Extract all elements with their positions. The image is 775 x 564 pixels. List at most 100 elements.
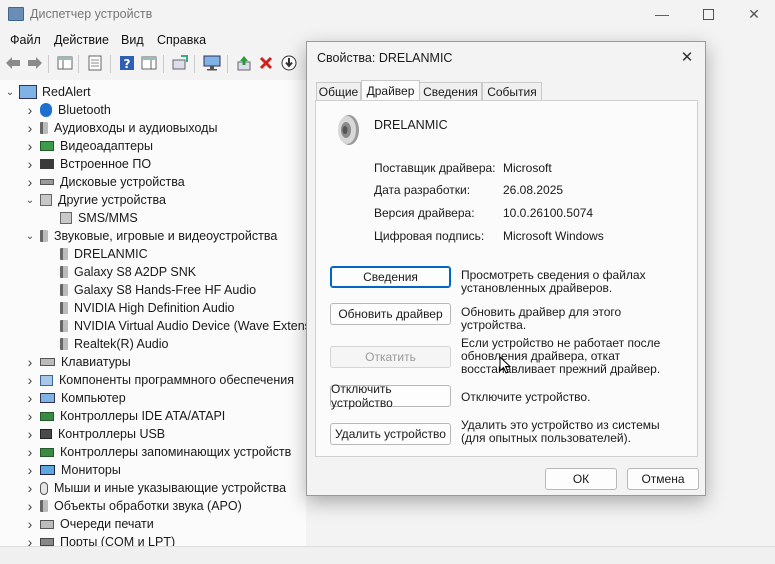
tree-item[interactable]: › Дисковые устройства (24, 173, 185, 191)
chevron-right-icon[interactable]: › (24, 120, 36, 136)
menu-view[interactable]: Вид (121, 33, 144, 47)
menu-file[interactable]: Файл (10, 33, 41, 47)
provider-label: Поставщик драйвера: (374, 161, 496, 175)
maximize-button[interactable] (685, 0, 731, 28)
tree-item[interactable]: › Компоненты программного обеспечения (24, 371, 294, 389)
chevron-down-icon[interactable]: ⌄ (24, 195, 36, 206)
minimize-button[interactable]: — (639, 0, 685, 28)
tree-root[interactable]: ⌄ RedAlert (4, 83, 91, 101)
action-pane-button[interactable] (140, 54, 158, 72)
tree-item[interactable]: › Компьютер (24, 389, 126, 407)
chevron-right-icon[interactable]: › (24, 138, 36, 154)
tab-driver[interactable]: Драйвер (361, 80, 420, 100)
chevron-right-icon[interactable]: › (24, 156, 36, 172)
properties-button[interactable] (86, 54, 104, 72)
uninstall-device-button[interactable]: Удалить устройство (330, 423, 451, 445)
chevron-right-icon[interactable]: › (24, 408, 36, 424)
tree-item-label: NVIDIA High Definition Audio (74, 301, 235, 315)
tree-item[interactable]: › Мыши и иные указывающие устройства (24, 479, 286, 497)
tree-item-label: Дисковые устройства (60, 175, 185, 189)
cancel-button[interactable]: Отмена (627, 468, 699, 490)
help-icon: ? (120, 56, 134, 71)
ok-button[interactable]: ОК (545, 468, 617, 490)
tree-item[interactable]: Galaxy S8 A2DP SNK (44, 263, 196, 281)
tree-item[interactable]: ⌄ Другие устройства (24, 191, 166, 209)
scan-hardware-button[interactable] (171, 54, 189, 72)
chevron-right-icon[interactable]: › (24, 444, 36, 460)
chevron-right-icon[interactable]: › (24, 426, 36, 442)
show-hide-console-tree-button[interactable] (56, 54, 74, 72)
disk-icon (40, 179, 54, 185)
tree-item-label: Контроллеры IDE ATA/ATAPI (60, 409, 226, 423)
tree-item[interactable]: Galaxy S8 Hands-Free HF Audio (44, 281, 256, 299)
tree-item-label: Realtek(R) Audio (74, 337, 169, 351)
tree-item[interactable]: › Контроллеры запоминающих устройств (24, 443, 292, 461)
console-tree-icon (57, 56, 73, 70)
chevron-right-icon[interactable]: › (24, 174, 36, 190)
help-button[interactable]: ? (118, 54, 136, 72)
usb-icon (40, 429, 52, 439)
tree-item[interactable]: › Мониторы (24, 461, 121, 479)
update-driver-button[interactable] (235, 54, 253, 72)
chevron-right-icon[interactable]: › (24, 480, 36, 496)
tree-item-label: Мыши и иные указывающие устройства (54, 481, 287, 495)
chevron-right-icon[interactable]: › (24, 372, 36, 388)
chevron-right-icon[interactable]: › (24, 390, 36, 406)
date-value: 26.08.2025 (503, 183, 564, 197)
chevron-down-icon[interactable]: ⌄ (4, 87, 16, 98)
monitor-icon (40, 465, 55, 475)
driver-details-button[interactable]: Сведения (330, 266, 451, 288)
tree-item[interactable]: › Встроенное ПО (24, 155, 151, 173)
tree-item[interactable]: NVIDIA Virtual Audio Device (Wave Extens… (44, 317, 306, 335)
chevron-right-icon[interactable]: › (24, 498, 36, 514)
disable-device-button[interactable] (280, 54, 298, 72)
chevron-right-icon[interactable]: › (24, 534, 36, 546)
tree-item[interactable]: › Bluetooth (24, 101, 111, 119)
dialog-close-button[interactable]: ✕ (675, 46, 699, 68)
disable-device-button[interactable]: Отключить устройство (330, 382, 451, 410)
chevron-right-icon[interactable]: › (24, 102, 36, 118)
chevron-right-icon[interactable]: › (24, 516, 36, 532)
tree-item[interactable]: SMS/MMS (44, 209, 138, 227)
tree-item[interactable]: › Аудиовходы и аудиовыходы (24, 119, 218, 137)
uninstall-device-button[interactable] (257, 54, 275, 72)
tree-item[interactable]: ⌄ Звуковые, игровые и видеоустройства (24, 227, 277, 245)
tab-events[interactable]: События (482, 82, 542, 100)
speaker-icon (40, 122, 48, 134)
tree-item[interactable]: › Порты (COM и LPT) (24, 533, 175, 546)
monitor-icon (203, 55, 221, 71)
tree-item-label: Мониторы (61, 463, 121, 477)
update-driver-button[interactable]: Обновить драйвер (330, 303, 451, 325)
computer-button[interactable] (203, 54, 221, 72)
close-button[interactable]: ✕ (731, 0, 775, 28)
tree-item[interactable]: › Контроллеры USB (24, 425, 166, 443)
chevron-down-icon[interactable]: ⌄ (24, 231, 36, 242)
device-name: DRELANMIC (374, 118, 448, 132)
back-button[interactable] (4, 54, 22, 72)
menu-help[interactable]: Справка (157, 33, 206, 47)
tree-item[interactable]: › Видеоадаптеры (24, 137, 153, 155)
signer-label: Цифровая подпись: (374, 229, 485, 243)
tree-item[interactable]: › Клавиатуры (24, 353, 131, 371)
tree-item-label: Компоненты программного обеспечения (59, 373, 294, 387)
tab-details[interactable]: Сведения (419, 82, 482, 100)
roll-back-driver-button[interactable]: Откатить (330, 346, 451, 368)
speaker-icon (60, 248, 68, 260)
bluetooth-icon (40, 103, 52, 117)
menu-action[interactable]: Действие (54, 33, 109, 47)
tree-item[interactable]: DRELANMIC (44, 245, 148, 263)
chevron-right-icon[interactable]: › (24, 462, 36, 478)
computer-icon (40, 393, 55, 403)
display-adapter-icon (40, 141, 54, 151)
roll-back-desc: Если устройство не работает после обновл… (461, 336, 661, 376)
date-label: Дата разработки: (374, 183, 471, 197)
tab-general[interactable]: Общие (316, 82, 361, 100)
unknown-device-icon (40, 194, 52, 206)
tree-item[interactable]: › Очереди печати (24, 515, 154, 533)
tree-item[interactable]: › Контроллеры IDE ATA/ATAPI (24, 407, 226, 425)
tree-item[interactable]: › Объекты обработки звука (APO) (24, 497, 242, 515)
forward-button[interactable] (26, 54, 44, 72)
tree-item[interactable]: Realtek(R) Audio (44, 335, 169, 353)
tree-item[interactable]: NVIDIA High Definition Audio (44, 299, 235, 317)
chevron-right-icon[interactable]: › (24, 354, 36, 370)
